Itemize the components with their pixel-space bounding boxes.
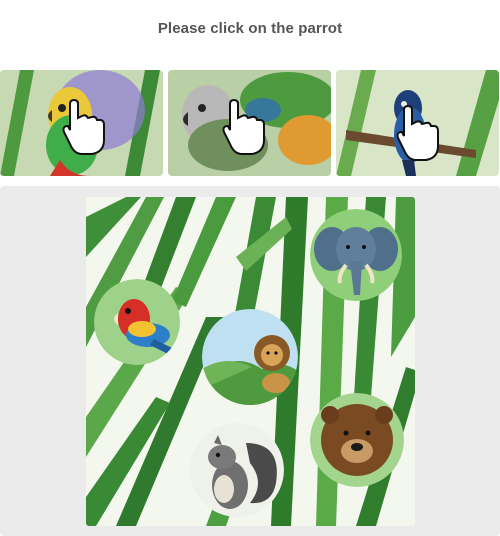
squirrel-image[interactable]: [190, 423, 284, 517]
challenge-area: [0, 186, 500, 536]
elephant-image[interactable]: [310, 209, 402, 301]
lion-image[interactable]: [202, 309, 298, 405]
challenge-image: [86, 197, 415, 526]
prompt-title: Please click on the parrot: [157, 20, 343, 37]
example-image-parrot-blue: [336, 70, 499, 176]
example-image-parrot-green: [0, 70, 163, 176]
bear-image[interactable]: [310, 393, 404, 487]
parrot-image[interactable]: [94, 279, 180, 365]
example-images: [0, 70, 500, 176]
example-image-parrot-grey: [168, 70, 331, 176]
